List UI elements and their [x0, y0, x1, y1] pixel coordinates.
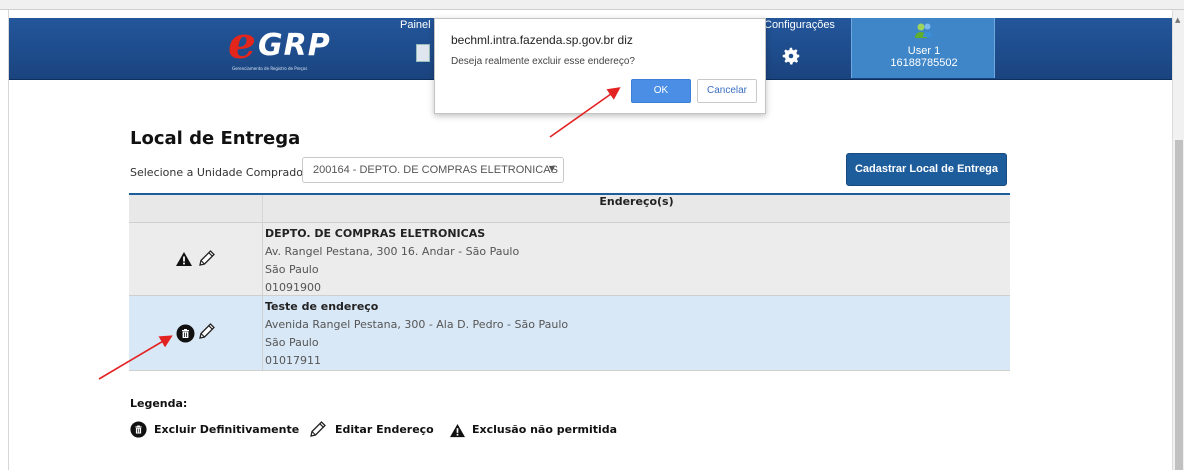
nav-configuracoes-label[interactable]: Configurações	[764, 19, 835, 31]
browser-top-strip	[0, 0, 1184, 10]
address-street: Avenida Rangel Pestana, 300 - Ala D. Ped…	[265, 318, 569, 331]
legend-delete-label: Excluir Definitivamente	[154, 423, 300, 436]
warning-icon	[450, 423, 465, 438]
enderecos-table: Endereço(s) DEPTO. DE COMPRAS ELETRONICA…	[129, 193, 1010, 371]
legend-not-allowed-label: Exclusão não permitida	[472, 423, 618, 436]
address-street: Av. Rangel Pestana, 300 16. Andar - São …	[265, 245, 520, 258]
legend-title: Legenda:	[130, 397, 188, 410]
address-name: Teste de endereço	[265, 300, 379, 313]
dialog-ok-button[interactable]: OK	[631, 79, 691, 103]
user-id: 16188785502	[890, 57, 958, 69]
address-cep: 01091900	[265, 281, 321, 294]
vertical-scrollbar[interactable]: ▲	[1172, 10, 1184, 470]
table-header: Endereço(s)	[129, 195, 1010, 223]
pencil-icon	[310, 421, 326, 437]
warning-icon	[176, 252, 192, 266]
confirm-dialog: bechml.intra.fazenda.sp.gov.br diz Desej…	[434, 18, 766, 114]
actions-column-header	[129, 195, 263, 223]
dialog-cancel-button[interactable]: Cancelar	[697, 79, 757, 103]
cadastrar-local-button[interactable]: Cadastrar Local de Entrega	[846, 153, 1007, 186]
address-cep: 01017911	[265, 354, 321, 367]
address-city: São Paulo	[265, 336, 319, 349]
logo-subtitle: Gerenciamento de Registro de Preços	[232, 66, 308, 71]
table-row: DEPTO. DE COMPRAS ELETRONICAS Av. Rangel…	[129, 223, 1010, 296]
user-menu[interactable]: User 1 16188785502	[851, 18, 995, 78]
address-city: São Paulo	[265, 263, 319, 276]
trash-icon	[130, 421, 147, 438]
user-name: User 1	[907, 45, 941, 57]
row-actions	[129, 223, 263, 295]
users-icon	[915, 23, 932, 38]
unidade-compradora-select[interactable]: 200164 - DEPTO. DE COMPRAS ELETRONICAS ▼	[302, 157, 564, 183]
browser-viewport: e GRP Gerenciamento de Registro de Preço…	[0, 0, 1184, 470]
gear-icon[interactable]	[780, 45, 802, 67]
calendar-icon[interactable]	[416, 44, 430, 62]
table-row: Teste de endereço Avenida Rangel Pestana…	[129, 296, 1010, 371]
pencil-icon[interactable]	[197, 321, 217, 341]
address-name: DEPTO. DE COMPRAS ELETRONICAS	[265, 227, 486, 240]
enderecos-column-header: Endereço(s)	[599, 195, 674, 208]
address-cell: DEPTO. DE COMPRAS ELETRONICAS Av. Rangel…	[263, 225, 1010, 297]
pencil-icon[interactable]	[197, 248, 217, 268]
row-actions	[129, 296, 263, 370]
scrollbar-thumb[interactable]	[1175, 140, 1183, 470]
logo-grp-text: GRP	[258, 28, 331, 63]
page-title: Local de Entrega	[130, 128, 301, 149]
trash-icon[interactable]	[176, 324, 195, 343]
caret-down-icon: ▼	[548, 164, 555, 173]
nav-painel-label[interactable]: Painel de Controle	[400, 19, 430, 31]
dialog-message: Deseja realmente excluir esse endereço?	[451, 56, 635, 67]
address-cell: Teste de endereço Avenida Rangel Pestana…	[263, 298, 1010, 370]
dialog-title: bechml.intra.fazenda.sp.gov.br diz	[451, 33, 633, 47]
logo-e-letter: e	[228, 18, 256, 69]
legend-edit-label: Editar Endereço	[335, 423, 434, 436]
unidade-select-label: Selecione a Unidade Compradora:	[130, 166, 318, 179]
unidade-select-value: 200164 - DEPTO. DE COMPRAS ELETRONICAS	[313, 164, 558, 176]
egrp-logo[interactable]: e GRP Gerenciamento de Registro de Preço…	[228, 18, 348, 72]
scroll-up-icon[interactable]: ▲	[1175, 16, 1180, 24]
